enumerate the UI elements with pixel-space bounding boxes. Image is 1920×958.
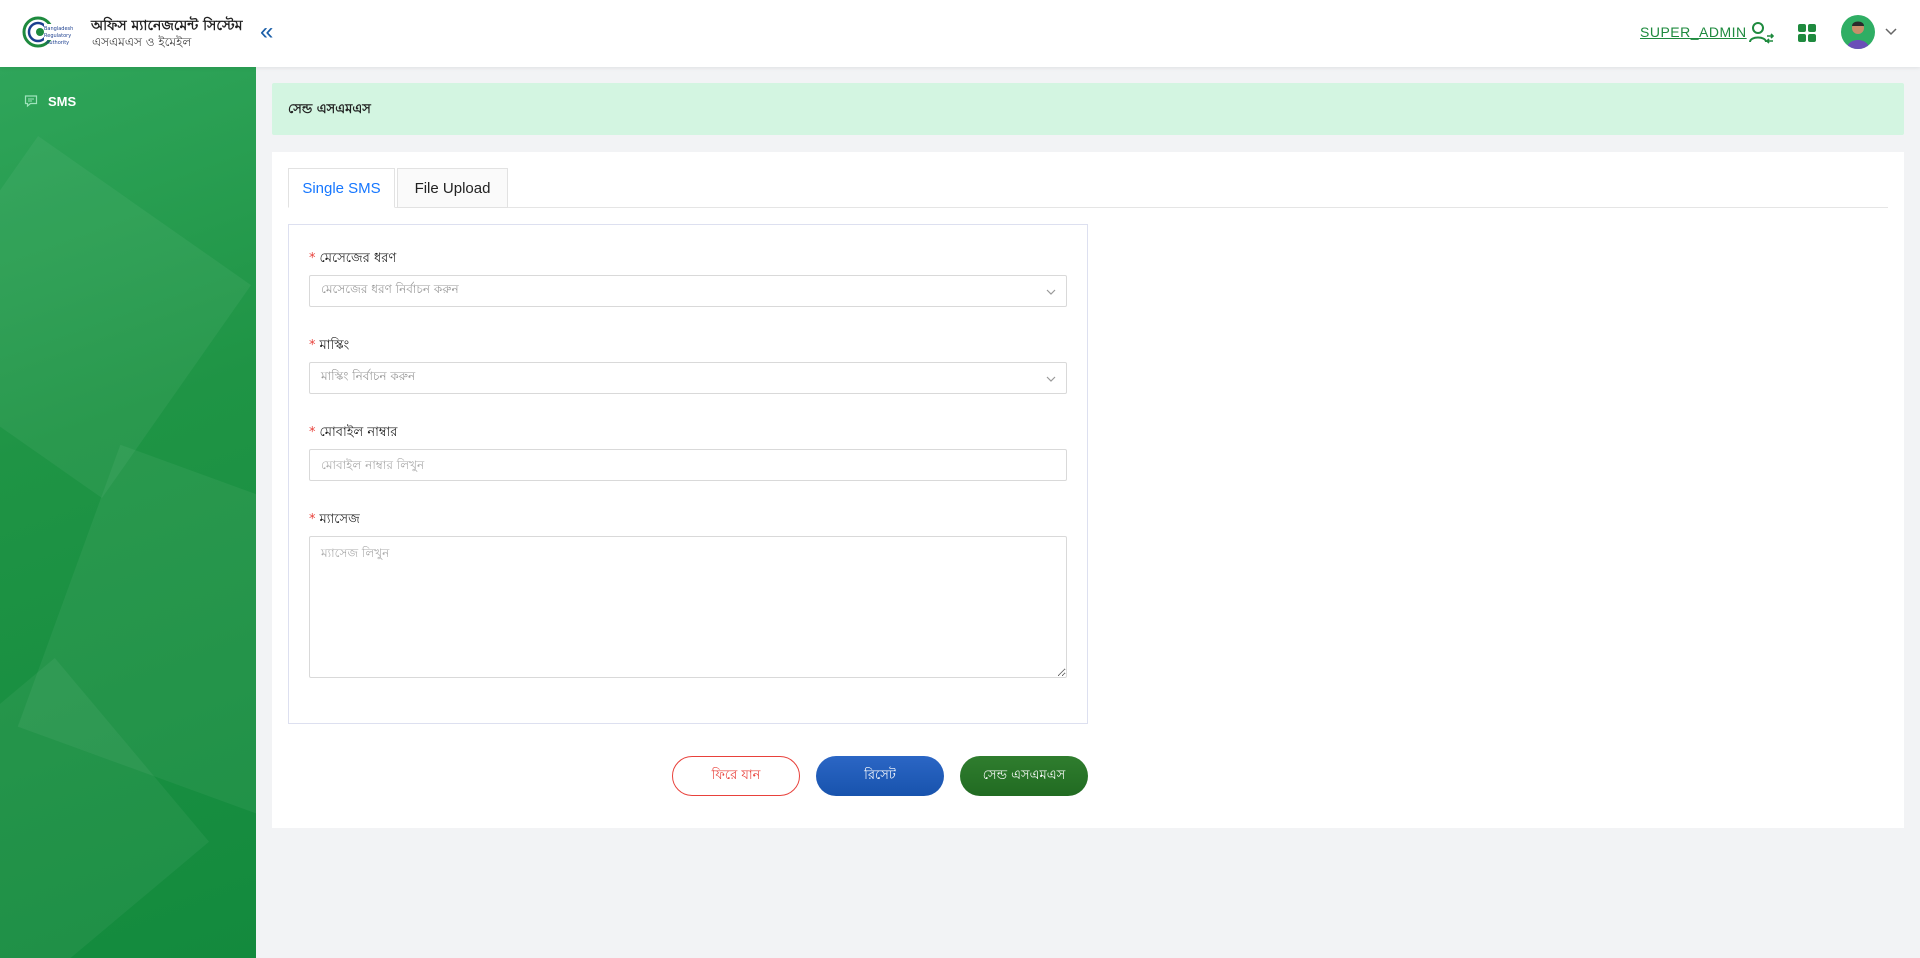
user-name-link[interactable]: SUPER_ADMIN — [1640, 24, 1747, 40]
sidebar-decoration — [0, 135, 252, 499]
mobile-label: * মোবাইল নাম্বার — [309, 423, 397, 444]
back-button[interactable]: ফিরে যান — [672, 756, 800, 796]
masking-placeholder: মাস্কিং নির্বাচন করুন — [321, 369, 416, 383]
chevron-down-icon — [1046, 289, 1056, 295]
tab-single-sms[interactable]: Single SMS — [288, 168, 395, 208]
top-header: Bangladesh Regulatory Authority অফিস ম্য… — [0, 0, 1920, 67]
avatar[interactable] — [1841, 15, 1875, 49]
page-title: সেন্ড এসএমএস — [288, 102, 371, 117]
masking-label: * মাস্কিং — [309, 336, 349, 357]
tab-bar: Single SMS File Upload — [288, 168, 1888, 208]
required-mark: * — [309, 425, 316, 440]
message-label-text: ম্যাসেজ — [319, 512, 360, 527]
message-type-label-text: মেসেজের ধরণ — [319, 251, 397, 266]
sidebar-item-label: SMS — [48, 93, 77, 109]
svg-text:Regulatory: Regulatory — [44, 33, 71, 39]
message-label: * ম্যাসেজ — [309, 510, 360, 531]
masking-select[interactable]: মাস্কিং নির্বাচন করুন — [309, 362, 1067, 394]
mobile-label-text: মোবাইল নাম্বার — [319, 425, 398, 440]
collapse-sidebar-icon[interactable]: « — [260, 20, 273, 44]
main-card: Single SMS File Upload * মেসেজের ধরণ মেসে… — [272, 152, 1904, 828]
message-icon — [24, 95, 38, 108]
mobile-number-input[interactable] — [309, 449, 1067, 481]
tab-file-upload[interactable]: File Upload — [397, 168, 508, 208]
chevron-down-icon — [1046, 376, 1056, 382]
message-textarea[interactable] — [309, 536, 1067, 678]
send-sms-button[interactable]: সেন্ড এসএমএস — [960, 756, 1088, 796]
sidebar: SMS — [0, 67, 256, 958]
chevron-down-icon[interactable] — [1884, 24, 1898, 38]
switch-user-icon[interactable] — [1748, 20, 1774, 46]
masking-label-text: মাস্কিং — [319, 338, 350, 353]
message-type-select[interactable]: মেসেজের ধরণ নির্বাচন করুন — [309, 275, 1067, 307]
required-mark: * — [309, 251, 316, 266]
brc-logo-icon: Bangladesh Regulatory Authority — [22, 16, 73, 48]
required-mark: * — [309, 512, 316, 527]
apps-grid-icon[interactable] — [1797, 23, 1817, 43]
message-type-placeholder: মেসেজের ধরণ নির্বাচন করুন — [321, 282, 459, 296]
sms-form: * মেসেজের ধরণ মেসেজের ধরণ নির্বাচন করুন *… — [288, 224, 1088, 724]
svg-text:Bangladesh: Bangladesh — [44, 26, 73, 32]
page-banner: সেন্ড এসএমএস — [272, 83, 1904, 135]
svg-text:Authority: Authority — [46, 40, 69, 46]
message-type-label: * মেসেজের ধরণ — [309, 249, 396, 270]
sidebar-item-sms[interactable]: SMS — [24, 91, 76, 111]
required-mark: * — [309, 338, 316, 353]
app-subtitle: এসএমএস ও ইমেইল — [92, 35, 192, 49]
reset-button[interactable]: রিসেট — [816, 756, 944, 796]
